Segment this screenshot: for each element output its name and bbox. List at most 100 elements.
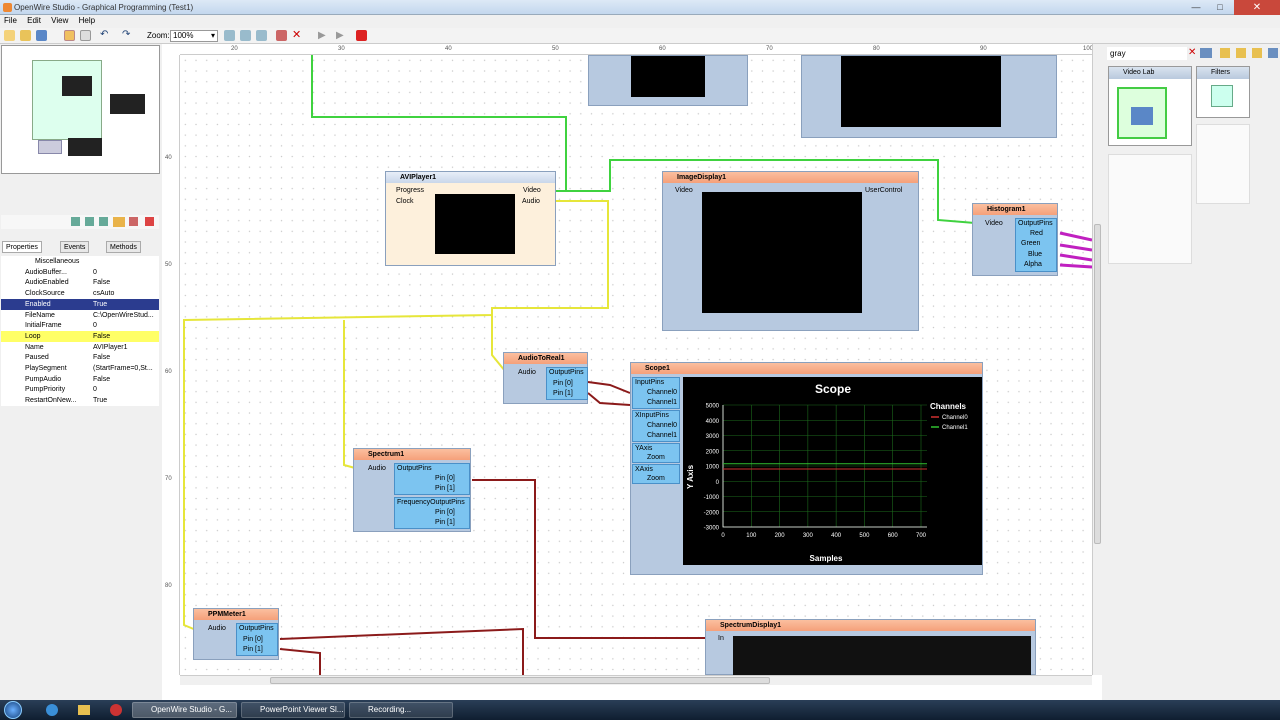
property-row[interactable]: Loop False: [1, 330, 159, 342]
vertical-scrollbar[interactable]: [1092, 44, 1102, 675]
property-row[interactable]: ClockSource csAuto: [1, 288, 159, 299]
display-component[interactable]: [588, 55, 748, 106]
display-component[interactable]: [801, 55, 1057, 138]
pin-0[interactable]: Pin [0]: [243, 635, 263, 644]
tab-properties[interactable]: Properties: [2, 241, 42, 253]
pin-1[interactable]: Pin [1]: [435, 484, 455, 493]
overview-map[interactable]: [1, 45, 160, 174]
pin-channel1[interactable]: Channel1: [647, 431, 677, 440]
open-icon[interactable]: [20, 30, 31, 41]
property-value[interactable]: csAuto: [93, 288, 114, 299]
property-value[interactable]: 0: [93, 320, 97, 331]
pin-0[interactable]: Pin [0]: [435, 508, 455, 517]
property-row[interactable]: Miscellaneous: [1, 256, 159, 267]
pin-progress[interactable]: Progress: [396, 186, 424, 195]
ppmmeter-component[interactable]: PPMMeter1 Audio OutputPins Pin [0] Pin […: [193, 608, 279, 660]
property-row[interactable]: Paused False: [1, 352, 159, 363]
cut-icon[interactable]: [276, 30, 287, 41]
property-row[interactable]: AudioEnabled False: [1, 277, 159, 288]
property-row[interactable]: Name AVIPlayer1: [1, 342, 159, 353]
spectrumdisplay-component[interactable]: SpectrumDisplay1 In: [705, 619, 1036, 675]
pin-1[interactable]: Pin [1]: [243, 645, 263, 654]
pin-1[interactable]: Pin [1]: [435, 518, 455, 527]
pin-clock[interactable]: Clock: [396, 197, 414, 206]
property-row[interactable]: Enabled True: [1, 298, 159, 310]
stop-icon[interactable]: [356, 30, 367, 41]
wire-magenta[interactable]: [1059, 243, 1092, 252]
events-icon[interactable]: [113, 217, 125, 227]
wire-magenta[interactable]: [1059, 253, 1092, 262]
view-icon[interactable]: [1200, 48, 1212, 58]
pin-audio[interactable]: Audio: [208, 624, 226, 633]
explorer-icon[interactable]: [78, 705, 90, 715]
pin-0[interactable]: Pin [0]: [553, 379, 573, 388]
pin-channel0[interactable]: Channel0: [647, 388, 677, 397]
wire-magenta[interactable]: [1059, 231, 1092, 242]
property-row[interactable]: RestartOnNew... True: [1, 395, 159, 406]
filter-icon[interactable]: [99, 217, 108, 226]
pin-video[interactable]: Video: [523, 186, 541, 195]
scroll-thumb[interactable]: [1094, 224, 1101, 544]
menu-file[interactable]: File: [0, 15, 21, 26]
search-input[interactable]: gray: [1107, 47, 1187, 60]
property-row[interactable]: PumpPriority 0: [1, 384, 159, 395]
redo-icon[interactable]: ↷: [122, 30, 133, 41]
property-row[interactable]: AudioBuffer... 0: [1, 267, 159, 278]
minimize-button[interactable]: —: [1184, 0, 1208, 15]
diagram-canvas[interactable]: AVIPlayer1 Progress Clock Video Audio Im…: [180, 55, 1092, 675]
menu-edit[interactable]: Edit: [23, 15, 45, 26]
layout-icon[interactable]: [64, 30, 75, 41]
taskbar-item[interactable]: PowerPoint Viewer Sl...: [241, 702, 345, 718]
pin-video[interactable]: Video: [675, 186, 693, 195]
palette-item[interactable]: [1117, 87, 1167, 139]
wire-red[interactable]: [279, 648, 321, 675]
pin-in[interactable]: In: [718, 634, 724, 643]
menu-view[interactable]: View: [47, 15, 72, 26]
folder-icon[interactable]: [1220, 48, 1230, 58]
pin-video[interactable]: Video: [985, 219, 1003, 228]
clear-search-icon[interactable]: ✕: [1188, 48, 1196, 58]
start-button[interactable]: [4, 701, 22, 719]
remove-icon[interactable]: [145, 217, 154, 226]
property-value[interactable]: True: [93, 299, 107, 310]
sort-icon[interactable]: [71, 217, 80, 226]
menu-help[interactable]: Help: [75, 15, 99, 26]
undo-icon[interactable]: ↶: [100, 30, 111, 41]
property-row[interactable]: FileName C:\OpenWireStud...: [1, 310, 159, 321]
histogram-component[interactable]: Histogram1 Video OutputPins Red Green Bl…: [972, 203, 1058, 276]
pin-usercontrol[interactable]: UserControl: [865, 186, 902, 195]
close-button[interactable]: ✕: [1234, 0, 1280, 15]
property-value[interactable]: (StartFrame=0,St...: [93, 363, 153, 374]
tab-methods[interactable]: Methods: [106, 241, 141, 253]
wire-red[interactable]: [587, 381, 631, 394]
wire-yellow[interactable]: [343, 320, 356, 469]
property-value[interactable]: False: [93, 374, 110, 385]
pin-1[interactable]: Pin [1]: [553, 389, 573, 398]
property-row[interactable]: PumpAudio False: [1, 374, 159, 385]
category-icon[interactable]: [85, 217, 94, 226]
horizontal-scrollbar[interactable]: [180, 675, 1092, 685]
scroll-thumb[interactable]: [270, 677, 770, 684]
play-icon[interactable]: ▶: [318, 30, 329, 41]
pin-audio[interactable]: Audio: [522, 197, 540, 206]
folder-icon[interactable]: [1236, 48, 1246, 58]
property-value[interactable]: False: [93, 352, 110, 363]
browser-icon[interactable]: [46, 704, 58, 716]
pin-channel1[interactable]: Channel1: [647, 398, 677, 407]
property-row[interactable]: InitialFrame 0: [1, 320, 159, 331]
grid-icon[interactable]: [80, 30, 91, 41]
zoom-out-icon[interactable]: [240, 30, 251, 41]
pin-0[interactable]: Pin [0]: [435, 474, 455, 483]
property-value[interactable]: False: [93, 277, 110, 288]
group-filters[interactable]: Filters: [1196, 66, 1250, 118]
step-icon[interactable]: ▶: [336, 30, 347, 41]
pin-channel0[interactable]: Channel0: [647, 421, 677, 430]
maximize-button[interactable]: □: [1208, 0, 1232, 15]
pin-zoom[interactable]: Zoom: [647, 474, 665, 483]
zoom-select[interactable]: 100%: [170, 30, 218, 42]
pin-green[interactable]: Green: [1021, 239, 1040, 248]
property-value[interactable]: True: [93, 395, 107, 406]
pin-red[interactable]: Red: [1030, 229, 1043, 238]
settings-icon[interactable]: [1268, 48, 1278, 58]
zoom-in-icon[interactable]: [224, 30, 235, 41]
